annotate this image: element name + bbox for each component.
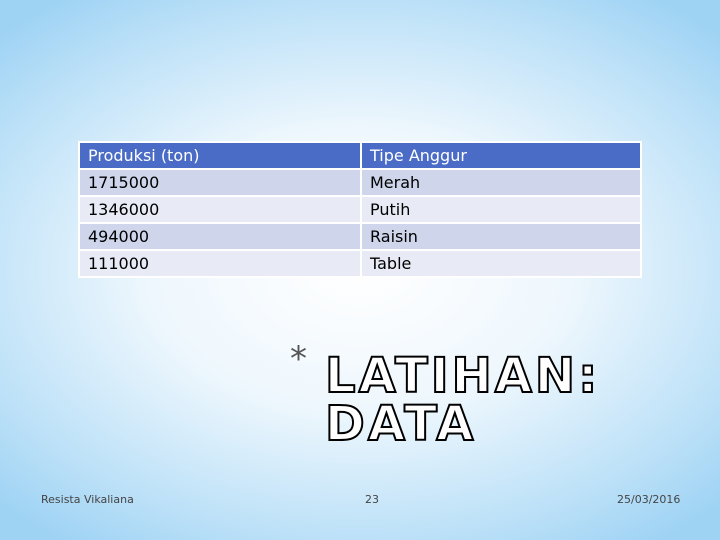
- cell-produksi: 1346000: [80, 197, 360, 222]
- column-header-produksi: Produksi (ton): [80, 143, 360, 168]
- cell-produksi: 494000: [80, 224, 360, 249]
- table-row: 1346000 Putih: [80, 197, 640, 222]
- footer-page-number: 23: [365, 493, 379, 506]
- title-bullet-icon: *: [290, 339, 307, 379]
- footer-author: Resista Vikaliana: [41, 493, 134, 506]
- slide-title: LATIHAN: DATA: [324, 348, 601, 452]
- footer-date: 25/03/2016: [617, 493, 681, 506]
- cell-tipe: Merah: [362, 170, 640, 195]
- table-row: 111000 Table: [80, 251, 640, 276]
- cell-tipe: Putih: [362, 197, 640, 222]
- data-table: Produksi (ton) Tipe Anggur 1715000 Merah…: [78, 141, 642, 278]
- table-row: 1715000 Merah: [80, 170, 640, 195]
- cell-produksi: 111000: [80, 251, 360, 276]
- table-row: 494000 Raisin: [80, 224, 640, 249]
- cell-tipe: Raisin: [362, 224, 640, 249]
- table-header-row: Produksi (ton) Tipe Anggur: [80, 143, 640, 168]
- column-header-tipe-anggur: Tipe Anggur: [362, 143, 640, 168]
- cell-produksi: 1715000: [80, 170, 360, 195]
- cell-tipe: Table: [362, 251, 640, 276]
